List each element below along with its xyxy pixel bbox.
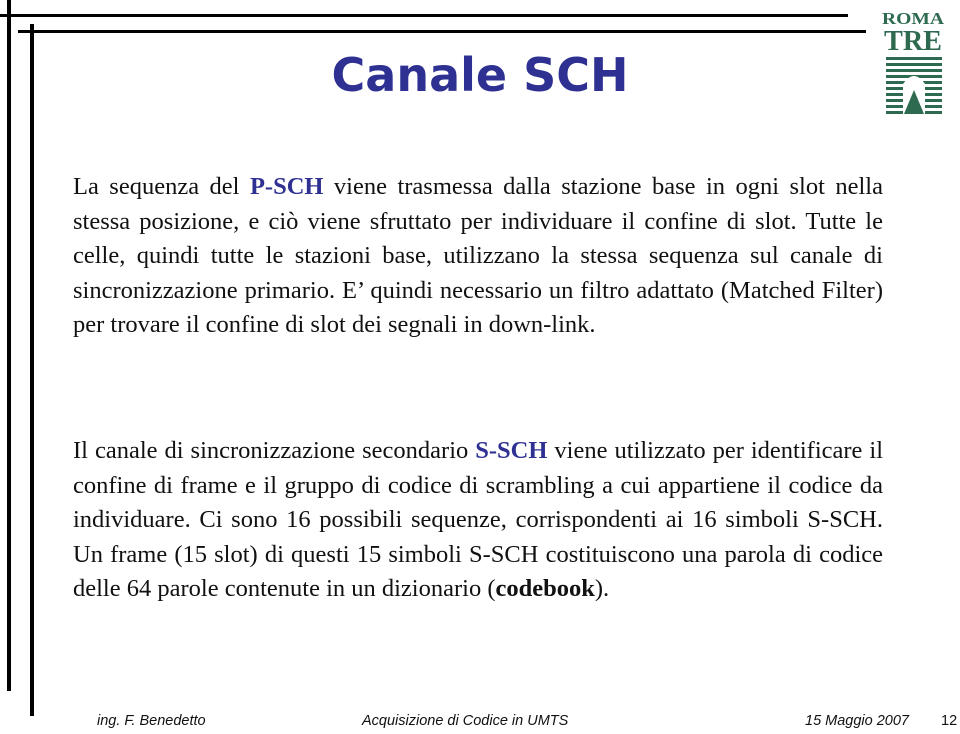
paragraph-ssch: Il canale di sincronizzazione secondario… [73, 434, 883, 607]
paragraph-psch-text-start: La sequenza del [73, 173, 250, 200]
frame-line-horizontal-outer [0, 14, 848, 17]
frame-line-vertical-outer [7, 0, 11, 691]
paragraph-ssch-text-end: ). [594, 575, 610, 603]
paragraph-psch: La sequenza del P-SCH viene trasmessa da… [73, 170, 883, 343]
ssch-term: S-SCH [475, 437, 548, 464]
paragraph-ssch-text-start: Il canale di sincronizzazione secondario [73, 437, 476, 464]
footer-course-title: Acquisizione di Codice in UMTS [362, 713, 569, 729]
frame-line-vertical-inner [30, 24, 34, 716]
psch-term: P-SCH [249, 173, 324, 200]
slide-title: Canale SCH [331, 48, 629, 102]
frame-line-horizontal-inner [18, 30, 866, 33]
footer-author: ing. F. Benedetto [97, 713, 206, 729]
footer-date: 15 Maggio 2007 [805, 713, 909, 729]
codebook-term: codebook [495, 575, 595, 603]
footer-page-number: 12 [941, 713, 958, 729]
